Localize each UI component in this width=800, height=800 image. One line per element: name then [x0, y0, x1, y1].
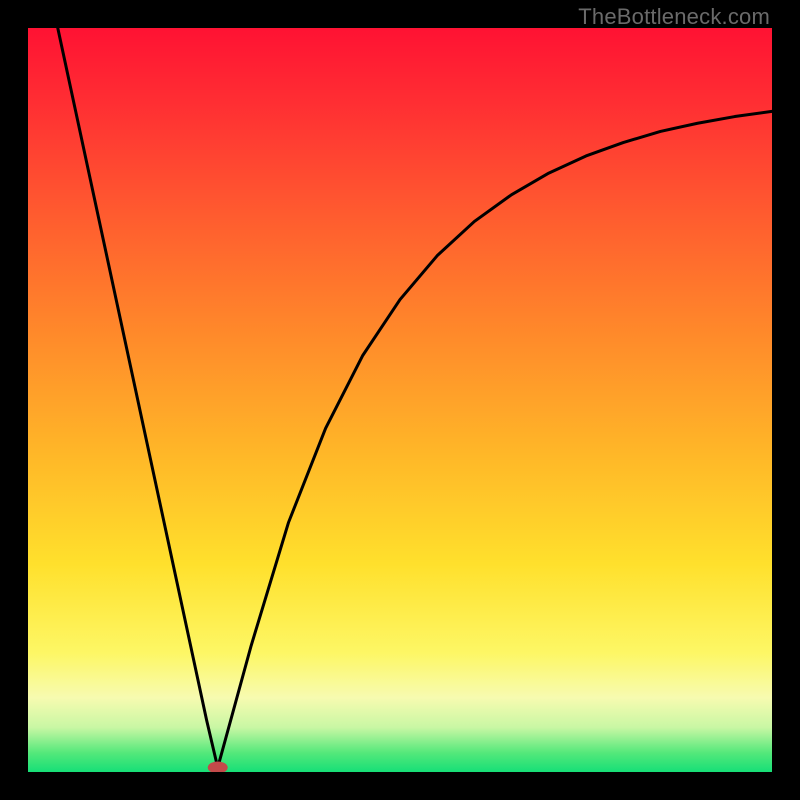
- gradient-background: [28, 28, 772, 772]
- chart-frame: [28, 28, 772, 772]
- attribution-text: TheBottleneck.com: [578, 4, 770, 30]
- bottleneck-chart: [28, 28, 772, 772]
